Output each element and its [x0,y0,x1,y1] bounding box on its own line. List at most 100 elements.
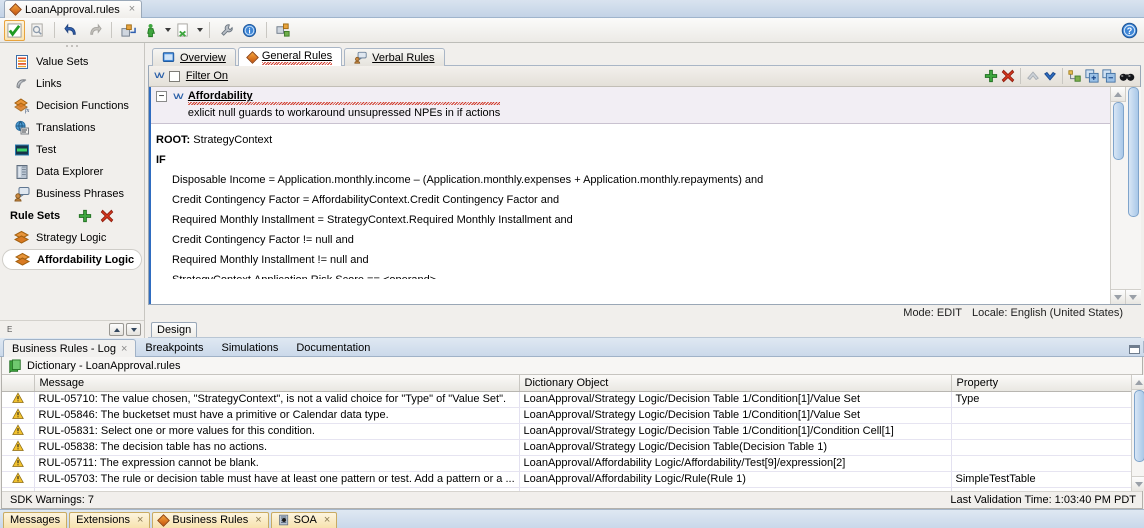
scroll-track[interactable] [1131,390,1144,476]
scroll-track[interactable] [1125,87,1141,289]
add-rule-button[interactable] [984,69,998,83]
tools-button[interactable] [216,20,237,41]
scroll-track[interactable] [1110,102,1126,289]
show-advanced-button[interactable] [1119,70,1135,83]
table-row[interactable]: RUL-05846: The bucketset must have a pri… [2,407,1131,424]
rule-vertical-scrollbar[interactable] [1110,87,1126,304]
sidebar-item-test[interactable]: Test [0,139,144,161]
sidebar-item-label: Test [36,144,57,156]
close-icon[interactable]: × [129,4,135,15]
root-value[interactable]: StrategyContext [193,134,272,146]
restore-dock-button[interactable] [1129,345,1140,354]
column-header-icon[interactable] [2,375,35,392]
rule-root-row: ROOT: StrategyContext [156,130,1105,150]
table-row[interactable]: RUL-05711: The expression cannot be blan… [2,455,1131,472]
rule-condition[interactable]: Disposable Income = Application.monthly.… [156,170,1105,190]
sidebar-item-data-explorer[interactable]: Data Explorer [0,161,144,183]
rule-description[interactable]: exlicit null guards to workaround unsupr… [188,107,500,119]
column-header-dictionary-object[interactable]: Dictionary Object [519,375,952,392]
dictionary-object-cell: LoanApproval/Affordability Logic/Afforda… [519,455,952,472]
column-header-property[interactable]: Property [951,375,1131,392]
dock-tab-simulations[interactable]: Simulations [212,338,1144,356]
collapse-all-button[interactable] [1102,69,1116,83]
scroll-thumb[interactable] [1127,87,1139,217]
tab-overview[interactable]: Overview [152,48,236,66]
sidebar-item-affordability-logic[interactable]: Affordability Logic [2,249,142,270]
warning-icon [11,391,24,403]
dock-tab-documentation[interactable]: Documentation [287,338,1144,356]
toolbar-separator [209,22,210,38]
scroll-down-arrow[interactable] [1131,476,1144,491]
close-icon[interactable]: × [121,343,127,355]
dock-tab-business-rules-log[interactable]: Business Rules - Log × [3,339,137,357]
sidebar-item-translations[interactable]: Translations [0,117,144,139]
collapse-rule-icon[interactable]: − [156,91,167,102]
help-button[interactable]: ? [1119,20,1140,41]
table-row[interactable]: RUL-05703: The rule or decision table mu… [2,471,1131,488]
undo-button[interactable] [61,20,82,41]
close-icon[interactable]: × [137,514,143,526]
sidebar-item-decision-functions[interactable]: fx Decision Functions [0,95,144,117]
validate-button[interactable] [4,19,25,41]
filter-on-checkbox[interactable] [168,70,180,82]
rule-condition[interactable]: StrategyContext.Application.Risk Score =… [156,270,1105,279]
tab-verbal-rules[interactable]: Verbal Rules [344,48,445,66]
close-icon[interactable]: × [324,514,330,526]
scroll-up-arrow[interactable] [1131,375,1144,390]
dock-tab-label: Documentation [296,341,371,354]
scroll-up-arrow[interactable] [1110,87,1126,102]
log-vertical-scrollbar[interactable] [1131,375,1144,491]
scroll-up-button[interactable] [109,323,124,336]
sidebar-item-business-phrases[interactable]: Business Phrases [0,183,144,205]
deploy-button[interactable] [118,20,139,41]
bottom-tab-soa[interactable]: SOA × [270,511,338,528]
expand-all-button[interactable] [1085,69,1099,83]
scroll-thumb[interactable] [1133,390,1144,462]
refactor-button[interactable] [273,20,294,41]
delete-rule-button[interactable] [1001,69,1015,83]
red-x-icon[interactable] [100,209,114,223]
scroll-thumb[interactable] [1112,102,1124,160]
move-down-button[interactable] [1043,69,1057,83]
table-row[interactable]: RUL-05710: The value chosen, "StrategyCo… [2,391,1131,408]
bottom-tab-extensions[interactable]: Extensions × [69,511,151,528]
scroll-down-arrow[interactable] [1110,289,1126,304]
info-button[interactable]: i [239,20,260,41]
sidebar-item-label: Business Phrases [36,188,125,200]
tab-general-rules[interactable]: General Rules [237,47,343,66]
chevron-double-down-icon[interactable]: ˅˅ [173,91,184,103]
preview-button[interactable] [27,20,48,41]
rule-condition[interactable]: Credit Contingency Factor = Affordabilit… [156,190,1105,210]
sidebar-item-value-sets[interactable]: Value Sets [0,51,144,73]
redo-button[interactable] [84,20,105,41]
rule-condition[interactable]: Required Monthly Installment != null and [156,250,1105,270]
rule-condition[interactable]: Credit Contingency Factor != null and [156,230,1105,250]
column-header-message[interactable]: Message [34,375,520,392]
tab-design[interactable]: Design [151,322,198,337]
dock-tab-breakpoints[interactable]: Breakpoints [136,338,1144,356]
close-icon[interactable]: × [255,514,261,526]
chevron-double-down-icon[interactable]: ˅˅ [154,70,165,82]
rule-name[interactable]: Affordability [187,90,501,105]
panel-vertical-scrollbar[interactable] [1125,87,1141,304]
stop-button[interactable] [173,20,194,41]
warning-cell [2,439,35,456]
move-up-button[interactable] [1026,69,1040,83]
run-button[interactable] [141,20,162,41]
run-dropdown-arrow-icon[interactable] [165,28,171,32]
green-plus-icon[interactable] [78,209,92,223]
document-tab-loanapproval[interactable]: LoanApproval.rules × [4,0,143,18]
table-row[interactable]: RUL-05831: Select one or more values for… [2,423,1131,440]
bottom-tab-messages[interactable]: Messages [3,511,68,528]
sidebar-item-links[interactable]: Links [0,73,144,95]
scroll-down-button[interactable] [126,323,141,336]
bottom-tab-business-rules[interactable]: Business Rules × [152,511,269,528]
scroll-down-arrow[interactable] [1125,289,1141,304]
stop-dropdown-arrow-icon[interactable] [197,28,203,32]
svg-text:i: i [248,26,250,35]
rule-condition[interactable]: Required Monthly Installment = StrategyC… [156,210,1105,230]
sidebar-item-strategy-logic[interactable]: Strategy Logic [0,227,144,249]
table-row[interactable]: RUL-05838: The decision table has no act… [2,439,1131,456]
expand-tree-button[interactable] [1068,69,1082,83]
rule-header[interactable]: − ˅˅ Affordability exlicit null guards t… [151,87,1110,124]
